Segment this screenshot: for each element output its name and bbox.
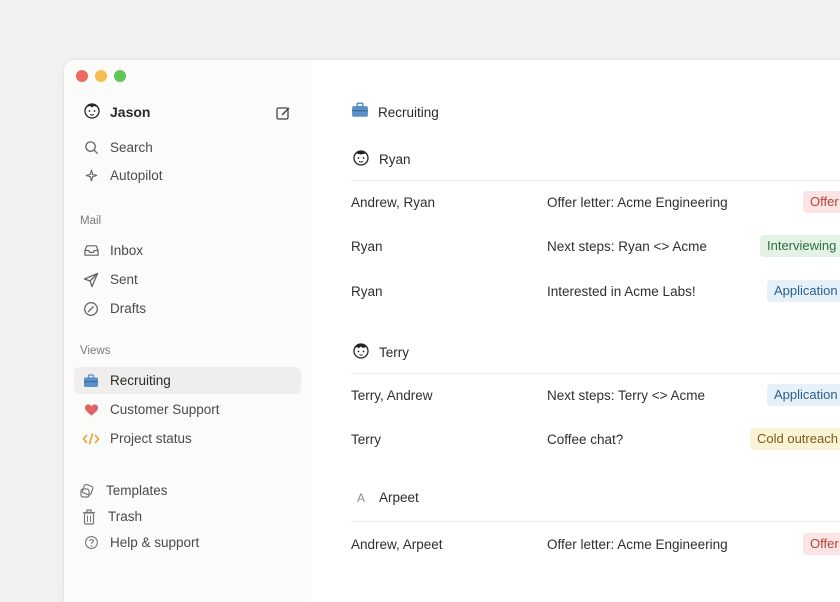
sparkle-icon [82,167,100,185]
row-subject: Offer letter: Acme Engineering [547,537,728,552]
sidebar-item-label: Project status [110,431,192,446]
close-window-button[interactable] [76,70,88,82]
table-row[interactable]: Terry, Andrew Next steps: Terry <> Acme … [311,384,840,408]
sidebar-item-help[interactable]: Help & support [74,529,301,556]
sidebar: Jason Search Autopilot Mail Inbox Sent D… [64,60,311,602]
code-icon [82,430,100,448]
group-header-ryan[interactable]: Ryan [351,147,411,172]
divider [351,180,840,181]
help-icon [82,534,100,552]
compose-icon[interactable] [275,105,291,121]
avatar [351,147,371,172]
app-window: Jason Search Autopilot Mail Inbox Sent D… [64,60,840,602]
sidebar-item-trash[interactable]: Trash [72,503,299,530]
maximize-window-button[interactable] [114,70,126,82]
briefcase-icon [82,372,100,390]
row-from: Ryan [351,284,383,299]
group-header-terry[interactable]: Terry [351,340,409,365]
sidebar-item-recruiting[interactable]: Recruiting [74,367,301,394]
sidebar-item-label: Recruiting [110,373,171,388]
section-label-mail: Mail [80,215,102,227]
row-subject: Interested in Acme Labs! [547,284,696,299]
table-row[interactable]: Ryan Next steps: Ryan <> Acme Interviewi… [311,235,840,259]
status-badge: Cold outreach [750,428,840,450]
status-badge: Interviewing [760,235,840,257]
table-row[interactable]: Andrew, Ryan Offer letter: Acme Engineer… [311,191,840,215]
sidebar-item-project-status[interactable]: Project status [74,425,301,452]
sidebar-item-label: Inbox [110,243,144,258]
group-name: Terry [379,345,409,360]
sidebar-item-drafts[interactable]: Drafts [74,295,301,322]
sidebar-item-label: Customer Support [110,402,220,417]
row-from: Terry [351,432,381,447]
row-from: Andrew, Ryan [351,195,436,210]
table-row[interactable]: Andrew, Arpeet Offer letter: Acme Engine… [311,533,840,557]
row-subject: Coffee chat? [547,432,624,447]
drafts-icon [82,300,100,318]
table-row[interactable]: Terry Coffee chat? Cold outreach [311,428,840,452]
sidebar-item-templates[interactable]: Templates [70,477,297,504]
main-panel: Recruiting Ryan Andrew, Ryan Offer lette… [311,60,840,602]
status-badge: Offer [803,191,840,213]
row-subject: Offer letter: Acme Engineering [547,195,728,210]
row-from: Terry, Andrew [351,388,433,403]
sidebar-item-customer-support[interactable]: Customer Support [74,396,301,423]
send-icon [82,271,100,289]
sidebar-item-label: Autopilot [110,168,163,183]
account-name: Jason [110,104,151,120]
sidebar-item-label: Sent [110,272,138,287]
sidebar-item-autopilot[interactable]: Autopilot [74,162,301,189]
table-row[interactable]: Ryan Interested in Acme Labs! Applicatio… [311,280,840,304]
avatar [82,100,102,125]
account-switcher[interactable]: Jason [82,100,299,124]
trash-icon [80,508,98,526]
search-icon [82,139,100,157]
row-from: Andrew, Arpeet [351,537,443,552]
inbox-icon [82,242,100,260]
sidebar-item-label: Search [110,140,153,155]
group-header-arpeet[interactable]: A Arpeet [351,490,419,505]
avatar: A [356,490,365,505]
section-label-views: Views [80,345,111,357]
view-header: Recruiting [351,102,439,123]
heart-icon [82,401,100,419]
sidebar-item-label: Trash [108,509,143,524]
sidebar-item-label: Drafts [110,301,147,316]
window-controls [76,70,126,82]
group-name: Ryan [379,152,411,167]
minimize-window-button[interactable] [95,70,107,82]
sidebar-item-sent[interactable]: Sent [74,266,301,293]
sidebar-item-inbox[interactable]: Inbox [74,237,301,264]
row-subject: Next steps: Ryan <> Acme [547,239,707,254]
row-from: Ryan [351,239,383,254]
sidebar-item-search[interactable]: Search [74,134,301,161]
templates-icon [78,482,96,500]
page-title: Recruiting [378,105,439,120]
group-name: Arpeet [379,490,419,505]
divider [351,521,840,522]
status-badge: Offer [803,533,840,555]
sidebar-item-label: Templates [106,483,168,498]
sidebar-item-label: Help & support [110,535,200,550]
row-subject: Next steps: Terry <> Acme [547,388,706,403]
briefcase-icon [351,102,369,123]
status-badge: Application [767,280,840,302]
status-badge: Application [767,384,840,406]
avatar [351,340,371,365]
divider [351,373,840,374]
